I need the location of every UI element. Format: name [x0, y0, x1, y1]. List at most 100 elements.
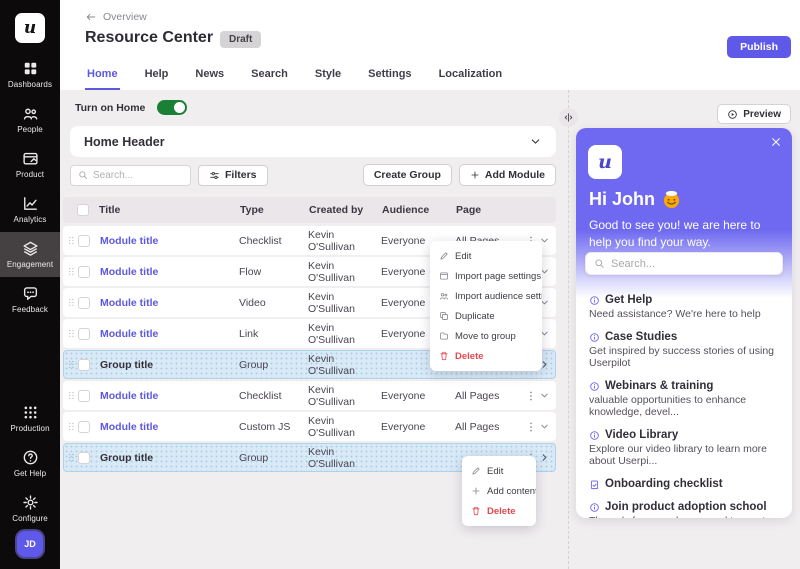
drag-handle-icon [66, 421, 75, 432]
widget-logo: u [588, 145, 622, 179]
tab-style[interactable]: Style [313, 68, 343, 90]
menu-item-delete[interactable]: Delete [430, 346, 542, 366]
back-link[interactable]: Overview [85, 11, 147, 23]
column-header: Created by [309, 204, 382, 216]
resize-handle[interactable] [559, 108, 578, 127]
sidebar-item-product[interactable]: Product [0, 142, 60, 187]
menu-item-duplicate[interactable]: Duplicate [430, 306, 542, 326]
home-toggle[interactable] [157, 100, 187, 115]
back-arrow-icon [85, 11, 97, 23]
row-actions-kebab-icon[interactable] [525, 390, 539, 402]
sidebar-item-label: Product [16, 170, 44, 179]
widget-search-input[interactable] [611, 258, 774, 270]
drag-handle-icon [66, 390, 75, 401]
row-checkbox[interactable] [78, 297, 90, 309]
tab-localization[interactable]: Localization [437, 68, 505, 90]
cell-created_by: Kevin O'Sullivan [308, 415, 381, 439]
tab-home[interactable]: Home [85, 68, 120, 90]
select-all-checkbox[interactable] [77, 204, 89, 216]
row-checkbox[interactable] [78, 452, 90, 464]
menu-item-move-to-group[interactable]: Move to group [430, 326, 542, 346]
panel-divider [568, 90, 569, 569]
row-checkbox[interactable] [78, 359, 90, 371]
user-avatar[interactable]: JD [17, 531, 43, 557]
app-logo[interactable]: u [15, 13, 45, 43]
close-icon[interactable] [770, 136, 782, 148]
create-group-button[interactable]: Create Group [363, 164, 452, 186]
preview-button[interactable]: Preview [717, 104, 791, 124]
menu-item-add-content[interactable]: Add content [462, 481, 536, 501]
add-module-button[interactable]: Add Module [459, 164, 556, 186]
sidebar-item-people[interactable]: People [0, 97, 60, 142]
chart-icon [22, 195, 39, 212]
resource-item-title: Webinars & training [605, 380, 713, 392]
sidebar-item-engagement[interactable]: Engagement [0, 232, 60, 277]
sidebar-item-feedback[interactable]: Feedback [0, 277, 60, 322]
open-group-chevron-icon[interactable] [539, 452, 555, 463]
status-badge: Draft [220, 31, 261, 48]
chevron-down-icon[interactable] [529, 135, 542, 148]
tab-search[interactable]: Search [249, 68, 290, 90]
expand-row-chevron-icon[interactable] [539, 421, 555, 432]
expand-row-chevron-icon[interactable] [539, 390, 555, 401]
resource-item[interactable]: Video LibraryExplore our video library t… [589, 429, 779, 467]
menu-item-import-page-settings[interactable]: Import page settings [430, 266, 542, 286]
tab-news[interactable]: News [193, 68, 226, 90]
resource-item[interactable]: Case StudiesGet inspired by success stor… [589, 331, 779, 369]
sidebar-item-production[interactable]: Production [0, 396, 60, 441]
menu-item-label: Import audience settings [455, 291, 542, 302]
menu-item-edit[interactable]: Edit [430, 246, 542, 266]
module-title-link[interactable]: Module title [94, 328, 239, 340]
drag-handle-icon [66, 452, 75, 463]
cell-page: All Pages [455, 390, 525, 402]
group-title-link[interactable]: Group title [94, 359, 239, 371]
row-checkbox[interactable] [78, 421, 90, 433]
table-row[interactable]: Module titleCustom JSKevin O'SullivanEve… [63, 412, 556, 441]
module-title-link[interactable]: Module title [94, 297, 239, 309]
home-header-section[interactable]: Home Header [70, 126, 556, 157]
resource-item[interactable]: Webinars & trainingvaluable opportunitie… [589, 380, 779, 418]
module-title-link[interactable]: Module title [94, 421, 239, 433]
resource-center-widget: u Hi John Good to see you! we are here t… [576, 128, 792, 518]
row-checkbox[interactable] [78, 390, 90, 402]
row-actions-kebab-icon[interactable] [525, 421, 539, 433]
menu-item-import-audience-settings[interactable]: Import audience settings [430, 286, 542, 306]
sidebar-nav: Dashboards People Product Analytics Engageme… [0, 52, 60, 322]
cell-created_by: Kevin O'Sullivan [308, 384, 381, 408]
module-title-link[interactable]: Module title [94, 390, 239, 402]
menu-item-edit[interactable]: Edit [462, 461, 536, 481]
filters-button[interactable]: Filters [198, 165, 268, 186]
drag-handle-icon [66, 266, 75, 277]
row-checkbox[interactable] [78, 266, 90, 278]
menu-item-delete[interactable]: Delete [462, 501, 536, 521]
search-icon [78, 170, 88, 180]
publish-button[interactable]: Publish [727, 36, 791, 58]
sidebar-item-get-help[interactable]: Get Help [0, 441, 60, 486]
module-title-link[interactable]: Module title [94, 235, 239, 247]
resource-item-title-row: Get Help [589, 294, 779, 306]
row-checkbox[interactable] [78, 328, 90, 340]
tab-settings[interactable]: Settings [366, 68, 413, 90]
resource-item-title: Get Help [605, 294, 652, 306]
table-row[interactable]: Module titleChecklistKevin O'SullivanEve… [63, 381, 556, 410]
sidebar-item-configure[interactable]: Configure [0, 486, 60, 531]
resource-item[interactable]: Join product adoption schoolThe only fra… [589, 501, 779, 518]
module-title-link[interactable]: Module title [94, 266, 239, 278]
top-header: Overview Resource Center Draft Publish H… [60, 0, 800, 90]
module-search [70, 165, 191, 186]
drag-handle-icon [66, 328, 75, 339]
sidebar-item-dashboards[interactable]: Dashboards [0, 52, 60, 97]
sidebar-item-label: Engagement [7, 260, 53, 269]
search-input[interactable] [93, 170, 183, 181]
plus-icon [471, 486, 481, 496]
row-checkbox[interactable] [78, 235, 90, 247]
group-title-link[interactable]: Group title [94, 452, 239, 464]
cell-page: All Pages [455, 421, 525, 433]
resource-item[interactable]: Onboarding checklist [589, 478, 779, 490]
menu-item-label: Move to group [455, 331, 516, 342]
sidebar-item-analytics[interactable]: Analytics [0, 187, 60, 232]
tab-help[interactable]: Help [143, 68, 171, 90]
help-icon [22, 449, 39, 466]
sidebar-item-label: People [17, 125, 43, 134]
resource-item[interactable]: Get HelpNeed assistance? We're here to h… [589, 294, 779, 320]
